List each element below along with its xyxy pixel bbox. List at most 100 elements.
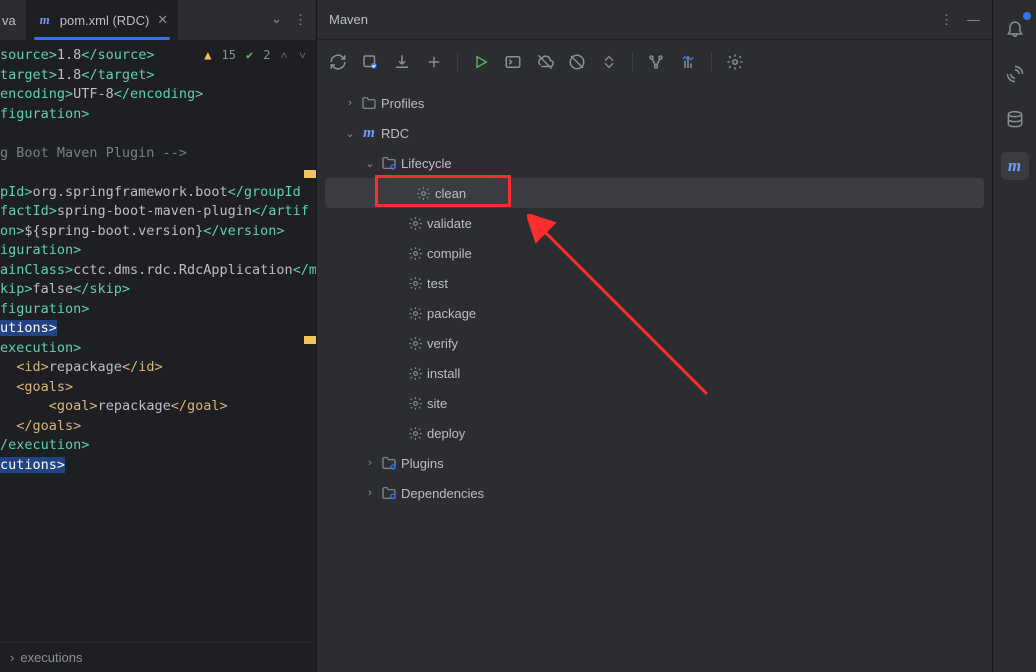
goal-label: site: [425, 396, 447, 411]
code-line[interactable]: execution>: [0, 339, 310, 359]
add-icon[interactable]: [425, 53, 443, 71]
ai-assistant-icon[interactable]: [1001, 60, 1029, 88]
generate-sources-icon[interactable]: [361, 53, 379, 71]
goal-label: test: [425, 276, 448, 291]
gear-icon: [405, 276, 425, 291]
code-line[interactable]: <id>repackage</id>: [0, 358, 310, 378]
maven-tool-window: Maven ⋮ — › Profiles ⌄ m RDC: [316, 0, 992, 672]
minimize-icon[interactable]: —: [967, 12, 980, 27]
code-line[interactable]: /execution>: [0, 436, 310, 456]
close-icon[interactable]: ✕: [157, 12, 168, 28]
gear-icon: [405, 306, 425, 321]
notifications-icon[interactable]: [1001, 14, 1029, 42]
tab-label: va: [2, 13, 16, 28]
download-sources-icon[interactable]: [393, 53, 411, 71]
lifecycle-goal-clean[interactable]: clean: [325, 178, 984, 208]
code-line[interactable]: iguration>: [0, 241, 310, 261]
code-line[interactable]: g Boot Maven Plugin -->: [0, 144, 310, 164]
run-icon[interactable]: [472, 53, 490, 71]
chevron-down-icon[interactable]: ⌄: [271, 11, 282, 27]
tree-node-project[interactable]: ⌄ m RDC: [317, 118, 992, 148]
maven-header: Maven ⋮ —: [317, 0, 992, 40]
gear-icon: [405, 396, 425, 411]
notification-dot: [1023, 12, 1031, 20]
editor-gutter-marks: [304, 40, 316, 612]
gear-icon: [405, 336, 425, 351]
lifecycle-goal-package[interactable]: package: [317, 298, 992, 328]
breadcrumb[interactable]: › executions: [0, 642, 316, 672]
goal-label: package: [425, 306, 476, 321]
database-icon[interactable]: [1001, 106, 1029, 134]
goal-label: clean: [433, 186, 466, 201]
panel-title: Maven: [329, 12, 368, 27]
separator: [632, 52, 633, 72]
separator: [711, 52, 712, 72]
reload-icon[interactable]: [329, 53, 347, 71]
tree-node-plugins[interactable]: › Plugins: [317, 448, 992, 478]
editor-tab-pom[interactable]: m pom.xml (RDC) ✕: [26, 0, 178, 40]
tree-node-dependencies[interactable]: › Dependencies: [317, 478, 992, 508]
code-line[interactable]: factId>spring-boot-maven-plugin</artif: [0, 202, 310, 222]
chevron-right-icon: ›: [361, 457, 379, 469]
code-line[interactable]: cutions>: [0, 456, 310, 476]
code-line[interactable]: figuration>: [0, 300, 310, 320]
code-line[interactable]: <goal>repackage</goal>: [0, 397, 310, 417]
nav-up-icon[interactable]: ˄: [280, 46, 289, 66]
code-line[interactable]: kip>false</skip>: [0, 280, 310, 300]
code-line[interactable]: figuration>: [0, 105, 310, 125]
show-diagram-icon[interactable]: [679, 53, 697, 71]
ok-icon: ✔: [246, 46, 253, 66]
maven-sidebar-icon[interactable]: m: [1001, 152, 1029, 180]
lifecycle-goal-verify[interactable]: verify: [317, 328, 992, 358]
lifecycle-goal-deploy[interactable]: deploy: [317, 418, 992, 448]
lifecycle-goal-validate[interactable]: validate: [317, 208, 992, 238]
ok-count: 2: [263, 46, 270, 66]
tree-label: Profiles: [379, 96, 424, 111]
goal-label: install: [425, 366, 460, 381]
lifecycle-goal-compile[interactable]: compile: [317, 238, 992, 268]
editor-tab-partial[interactable]: va: [0, 0, 26, 40]
collapse-all-icon[interactable]: [600, 53, 618, 71]
lifecycle-goal-site[interactable]: site: [317, 388, 992, 418]
tree-node-profiles[interactable]: › Profiles: [317, 88, 992, 118]
chevron-down-icon: ⌄: [361, 157, 379, 170]
goal-label: verify: [425, 336, 458, 351]
maven-file-icon: m: [36, 11, 54, 29]
code-line[interactable]: utions>: [0, 319, 310, 339]
code-line[interactable]: [0, 163, 310, 183]
separator: [457, 52, 458, 72]
folder-gear-icon: [379, 155, 399, 171]
code-editor[interactable]: ▲ 15 ✔ 2 ˄ ˅ source>1.8</source>target>1…: [0, 40, 316, 642]
warning-count: 15: [222, 46, 236, 66]
code-line[interactable]: pId>org.springframework.boot</groupId: [0, 183, 310, 203]
editor-column: va m pom.xml (RDC) ✕ ⌄ ⋮ ▲ 15 ✔ 2 ˄ ˅ so…: [0, 0, 316, 672]
code-line[interactable]: ainClass>cctc.dms.rdc.RdcApplication</m: [0, 261, 310, 281]
code-line[interactable]: on>${spring-boot.version}</version>: [0, 222, 310, 242]
code-line[interactable]: [0, 124, 310, 144]
toggle-offline-icon[interactable]: [536, 53, 554, 71]
warning-icon: ▲: [204, 46, 211, 66]
chevron-down-icon: ⌄: [341, 127, 359, 140]
execute-icon[interactable]: [504, 53, 522, 71]
maven-tree[interactable]: › Profiles ⌄ m RDC ⌄ Lifecycle clean vali…: [317, 84, 992, 672]
goal-label: deploy: [425, 426, 465, 441]
code-line[interactable]: </goals>: [0, 417, 310, 437]
code-line[interactable]: encoding>UTF-8</encoding>: [0, 85, 310, 105]
more-icon[interactable]: ⋮: [294, 12, 306, 28]
tab-label: pom.xml (RDC): [60, 13, 150, 28]
tab-controls: ⌄ ⋮: [261, 12, 316, 28]
gear-icon: [405, 366, 425, 381]
inspections-widget[interactable]: ▲ 15 ✔ 2 ˄ ˅: [204, 46, 308, 66]
tree-node-lifecycle[interactable]: ⌄ Lifecycle: [317, 148, 992, 178]
code-line[interactable]: <goals>: [0, 378, 310, 398]
code-line[interactable]: target>1.8</target>: [0, 66, 310, 86]
options-icon[interactable]: ⋮: [940, 12, 953, 28]
skip-tests-icon[interactable]: [568, 53, 586, 71]
lifecycle-goal-test[interactable]: test: [317, 268, 992, 298]
gear-icon: [405, 426, 425, 441]
breadcrumb-label: executions: [20, 650, 82, 665]
show-dependencies-icon[interactable]: [647, 53, 665, 71]
lifecycle-goal-install[interactable]: install: [317, 358, 992, 388]
settings-icon[interactable]: [726, 53, 744, 71]
tree-label: Lifecycle: [399, 156, 452, 171]
